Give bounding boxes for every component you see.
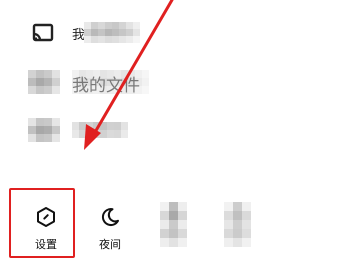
night-mode-button[interactable]: 夜间 [76,188,144,260]
bottom-item-4[interactable] [204,188,272,260]
menu-row-my-files[interactable]: 我的文件 [0,62,357,106]
blurred-icon [160,202,187,247]
settings-label: 设置 [35,238,57,251]
menu-row-my-files-label: 我的文件 [72,76,140,96]
blurred-icon [28,70,60,94]
settings-button[interactable]: 设置 [12,188,80,260]
menu-row-1[interactable]: 我 [0,12,357,56]
menu-row-3-blur [72,122,128,138]
menu-row-1-blur [84,22,140,43]
cast-screen-icon [32,23,54,42]
bottom-item-3[interactable] [140,188,208,260]
settings-hexagon-icon [37,207,55,227]
menu-row-3[interactable] [0,110,357,154]
blurred-icon [224,202,251,247]
moon-icon [101,208,119,227]
night-mode-label: 夜间 [99,238,121,251]
blurred-icon [28,118,60,142]
